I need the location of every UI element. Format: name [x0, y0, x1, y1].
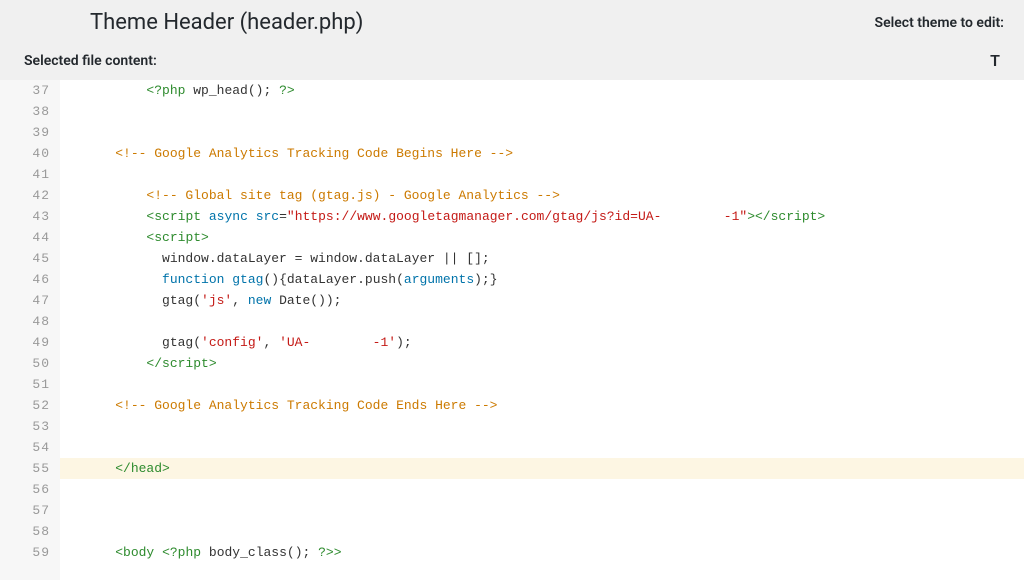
line-number: 48	[16, 311, 50, 332]
code-line[interactable]: window.dataLayer = window.dataLayer || […	[60, 248, 1024, 269]
code-line[interactable]: <?php wp_head(); ?>	[60, 80, 1024, 101]
code-line[interactable]	[60, 164, 1024, 185]
code-line[interactable]: <!-- Global site tag (gtag.js) - Google …	[60, 185, 1024, 206]
code-line[interactable]: gtag('js', new Date());	[60, 290, 1024, 311]
line-number: 38	[16, 101, 50, 122]
select-theme-label: Select theme to edit:	[875, 15, 1004, 31]
code-line[interactable]: </head>	[60, 458, 1024, 479]
line-number: 59	[16, 542, 50, 563]
sidebar-cutoff: T	[990, 51, 1000, 70]
line-number: 47	[16, 290, 50, 311]
code-line[interactable]: <script>	[60, 227, 1024, 248]
line-number: 44	[16, 227, 50, 248]
line-number: 39	[16, 122, 50, 143]
line-number: 53	[16, 416, 50, 437]
line-number: 40	[16, 143, 50, 164]
line-number: 58	[16, 521, 50, 542]
code-line[interactable]	[60, 500, 1024, 521]
code-line[interactable]	[60, 437, 1024, 458]
line-number: 42	[16, 185, 50, 206]
line-number: 52	[16, 395, 50, 416]
subheader: Selected file content: T	[0, 41, 1024, 80]
selected-file-label: Selected file content:	[24, 53, 157, 69]
line-number: 37	[16, 80, 50, 101]
line-number: 56	[16, 479, 50, 500]
line-number: 45	[16, 248, 50, 269]
code-line[interactable]	[60, 416, 1024, 437]
line-number: 50	[16, 353, 50, 374]
code-line[interactable]: gtag('config', 'UA- -1');	[60, 332, 1024, 353]
code-line[interactable]: </script>	[60, 353, 1024, 374]
code-line[interactable]: <!-- Google Analytics Tracking Code Ends…	[60, 395, 1024, 416]
code-line[interactable]: function gtag(){dataLayer.push(arguments…	[60, 269, 1024, 290]
line-number: 57	[16, 500, 50, 521]
code-line[interactable]	[60, 374, 1024, 395]
code-line[interactable]: <!-- Google Analytics Tracking Code Begi…	[60, 143, 1024, 164]
line-number: 49	[16, 332, 50, 353]
code-line[interactable]: <body <?php body_class(); ?>>	[60, 542, 1024, 563]
code-line[interactable]	[60, 311, 1024, 332]
code-line[interactable]: <script async src="https://www.googletag…	[60, 206, 1024, 227]
line-number: 54	[16, 437, 50, 458]
code-line[interactable]	[60, 122, 1024, 143]
line-number: 51	[16, 374, 50, 395]
line-number-gutter: 3738394041424344454647484950515253545556…	[0, 80, 60, 580]
code-content[interactable]: <?php wp_head(); ?> <!-- Google Analytic…	[60, 80, 1024, 580]
code-line[interactable]	[60, 479, 1024, 500]
code-editor[interactable]: 3738394041424344454647484950515253545556…	[0, 80, 1024, 580]
code-line[interactable]	[60, 101, 1024, 122]
code-line[interactable]	[60, 521, 1024, 542]
line-number: 43	[16, 206, 50, 227]
line-number: 55	[16, 458, 50, 479]
editor-header: Theme Header (header.php) Select theme t…	[0, 0, 1024, 41]
page-title: Theme Header (header.php)	[90, 10, 363, 35]
line-number: 46	[16, 269, 50, 290]
line-number: 41	[16, 164, 50, 185]
